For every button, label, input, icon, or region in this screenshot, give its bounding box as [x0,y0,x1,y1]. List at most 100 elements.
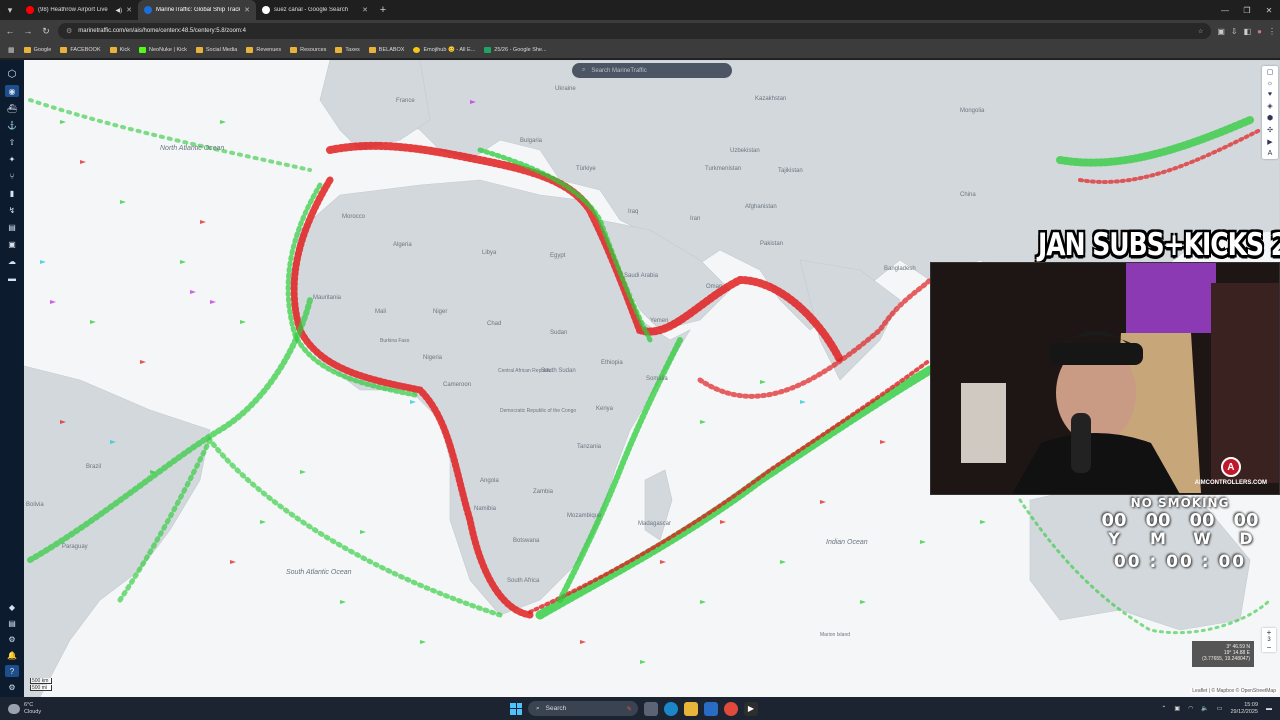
settings-icon[interactable]: ⚙ [5,633,19,645]
routes-icon[interactable]: ⑂ [5,170,19,182]
clock[interactable]: 15:09 29/12/2025 [1230,702,1258,716]
map-attribution[interactable]: Leaflet | © Mapbox © OpenStreetMap [1190,688,1278,694]
downloads-icon[interactable]: ⇩ [1231,27,1238,36]
playback-icon[interactable]: ▶ [1267,138,1272,146]
fleet-icon[interactable]: ✦ [5,153,19,165]
edge-icon[interactable] [664,701,678,716]
weather-layer-icon[interactable]: ☼ [1267,80,1273,87]
tab-search-icon[interactable]: ▾ [0,0,20,20]
file-explorer-icon[interactable] [684,701,698,716]
mail-icon[interactable] [704,701,718,716]
zoom-out-button[interactable]: − [1267,643,1272,652]
back-icon[interactable]: ← [4,26,16,36]
live-map-icon[interactable]: ◉ [5,85,19,97]
close-window-icon[interactable]: ✕ [1258,6,1280,15]
bookmark-revenues[interactable]: Revenues [246,47,281,53]
map-label: Central African Republic [498,368,552,374]
density-icon[interactable]: ⬢ [1267,114,1273,122]
europe-land [319,60,431,151]
bookmark-label: Revenues [256,47,282,53]
preferences-icon[interactable]: ⚙ [5,681,19,693]
tab-audio-icon[interactable]: ◀) [116,7,123,14]
notifications-icon[interactable]: ▬ [1266,706,1272,712]
new-tab-button[interactable]: + [374,4,392,16]
marinetraffic-logo-icon[interactable]: ⬡ [5,68,19,80]
reports-icon[interactable]: ▤ [5,221,19,233]
news-icon[interactable]: ▬ [5,272,19,284]
map-search-input[interactable]: ⌕ Search MarineTraffic [572,63,732,78]
filters-icon[interactable]: ♥ [1268,91,1272,98]
bookmark-sheets[interactable]: 25/26 - Google She... [484,47,547,53]
lock-icon[interactable]: ▮ [5,187,19,199]
ship-marker [780,560,786,564]
tag-icon[interactable]: ◆ [5,601,19,613]
bookmark-google[interactable]: Google [23,47,51,53]
reload-icon[interactable]: ↻ [40,26,52,37]
forward-icon[interactable]: → [22,26,34,36]
ship-marker [60,120,66,124]
map-label: Burkina Faso [380,338,410,344]
help-icon[interactable]: ? [5,665,19,677]
site-info-icon[interactable]: ⚙ [66,27,72,35]
upload-icon[interactable]: ⇧ [5,136,19,148]
vessels-icon[interactable]: ⛴ [5,102,19,114]
bookmark-star-icon[interactable]: ☆ [1198,28,1203,35]
bookmark-emojihub[interactable]: Emojihub 😊 - All E... [413,47,475,53]
measure-icon[interactable]: ✣ [1267,126,1273,134]
maximize-icon[interactable]: ❐ [1236,6,1258,15]
bookmark-facebook[interactable]: FACEBOOK [60,47,101,53]
terminal-icon[interactable]: ▶ [744,701,758,716]
tray-chevron-icon[interactable]: ⌃ [1161,705,1166,712]
wifi-icon[interactable]: ◠ [1188,705,1193,712]
timer-units: 00 Y 00 M 00 W 00 D [1080,512,1280,548]
events-icon[interactable]: ↯ [5,204,19,216]
bookmark-social-media[interactable]: Social Media [195,47,237,53]
tray-app-icon[interactable]: ▣ [1174,705,1180,712]
bookmark-taxes[interactable]: Taxes [335,47,360,53]
profile-avatar-icon[interactable]: ● [1257,27,1262,36]
map-options-icon[interactable]: ▢ [1267,68,1274,76]
timer-days: 00 D [1233,510,1259,548]
account-icon[interactable]: ☁ [5,255,19,267]
weather-widget[interactable]: 6°C Cloudy [0,702,200,716]
tab-heathrow[interactable]: (98) Heathrow Airport Live ◀) ✕ [20,0,138,20]
map-label: Democratic Republic of the Congo [500,408,576,414]
tab-close-icon[interactable]: ✕ [244,6,250,14]
chrome-icon[interactable] [724,701,738,716]
apps-grid-icon[interactable]: ▦ [8,46,15,54]
bookmark-resources[interactable]: Resources [290,47,326,53]
ports-icon[interactable]: ⚓ [5,119,19,131]
url-field[interactable]: ⚙ marinetraffic.com/en/ais/home/centerx:… [58,23,1212,39]
ship-marker [700,600,706,604]
search-placeholder: Search MarineTraffic [591,67,647,74]
volume-icon[interactable]: 🔈 [1201,705,1208,712]
map-label: Kazakhstan [755,96,786,102]
folder-icon [335,47,343,53]
notifications-icon[interactable]: 🔔 [5,649,19,661]
sidepanel-icon[interactable]: ◧ [1244,27,1252,36]
sheets-icon [484,47,492,53]
extensions-icon[interactable]: ▣ [1217,27,1225,36]
tab-close-icon[interactable]: ✕ [362,6,368,14]
tab-marinetraffic[interactable]: MarineTraffic: Global Ship Track ✕ [138,0,256,20]
bookmark-belabox[interactable]: BELABOX [368,47,405,53]
layers-icon[interactable]: ◈ [1267,102,1272,110]
start-button[interactable] [510,702,522,715]
layers-icon[interactable]: ▤ [5,617,19,629]
minimize-icon[interactable]: — [1214,6,1236,15]
bookmark-neonuke[interactable]: NeoNuke | Kick [139,47,187,53]
tab-close-icon[interactable]: ✕ [126,6,132,14]
map-label: Mauritania [313,295,342,301]
task-view-icon[interactable] [644,701,658,716]
area-icon[interactable]: A [1268,150,1273,157]
taskbar-search[interactable]: ⌕ Search ✎ [528,701,638,716]
menu-icon[interactable]: ⋮ [1268,27,1276,36]
map-label: Uzbekistan [730,148,760,154]
api-icon[interactable]: ▣ [5,238,19,250]
ship-marker [820,500,826,504]
zoom-in-button[interactable]: + [1267,628,1272,637]
tab-google-search[interactable]: suez canal - Google Search ✕ [256,0,374,20]
battery-icon[interactable]: ▭ [1217,705,1223,712]
bookmark-label: BELABOX [378,47,405,53]
bookmark-kick[interactable]: Kick [109,47,130,53]
